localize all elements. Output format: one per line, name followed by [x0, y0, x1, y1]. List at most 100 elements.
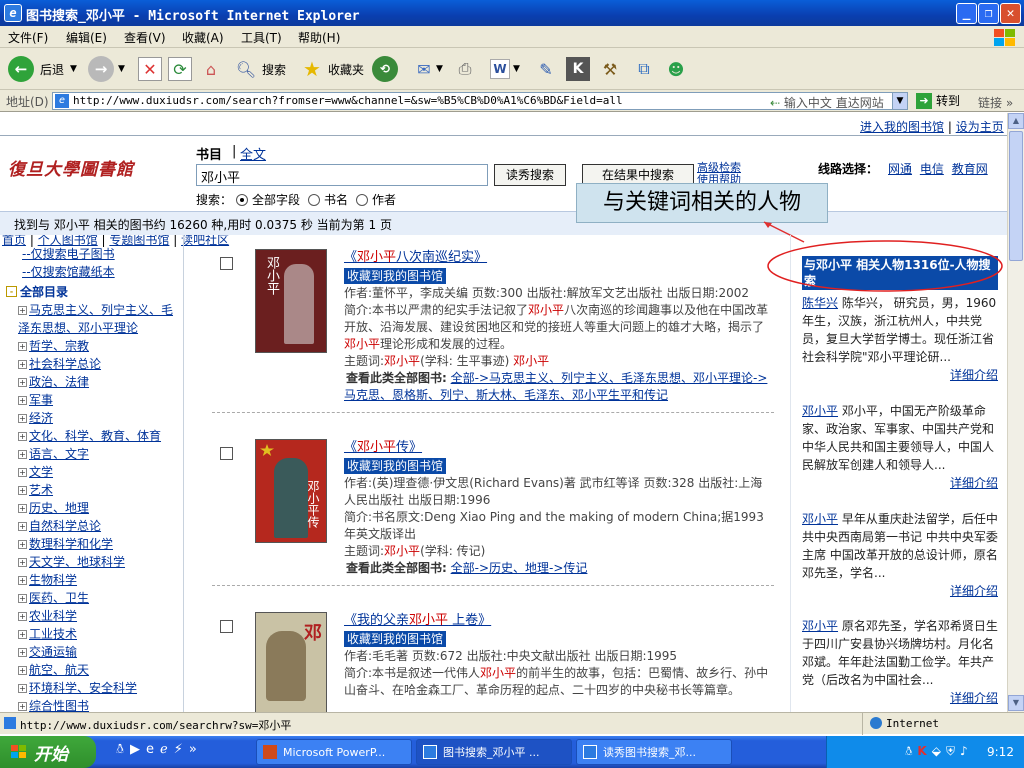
scroll-up-button[interactable]: ▲	[1008, 113, 1024, 129]
book-title-link[interactable]: 《邓小平传》	[344, 439, 774, 456]
menu-help[interactable]: 帮助(H)	[298, 29, 340, 46]
catalog-heading[interactable]: - 全部目录	[6, 283, 68, 300]
edit-button[interactable]: W ▼	[490, 54, 520, 84]
person-name-link[interactable]: 邓小平	[802, 512, 838, 526]
toolbar-tool-button[interactable]: ⚒	[598, 54, 622, 84]
line-edu-link[interactable]: 教育网	[952, 162, 988, 176]
links-button[interactable]: 链接 »	[978, 94, 1013, 111]
category-item[interactable]: + 社会科学总论	[18, 355, 101, 372]
home-button[interactable]: ⌂	[199, 54, 223, 84]
scroll-down-button[interactable]: ▼	[1008, 695, 1024, 711]
search-button[interactable]: 🔍︎ 搜索	[234, 54, 286, 84]
category-item[interactable]: + 哲学、宗教	[18, 337, 89, 354]
person-detail-link[interactable]: 详细介绍	[950, 366, 998, 384]
add-to-library-button[interactable]: 收藏到我的图书馆	[344, 631, 447, 647]
person-detail-link[interactable]: 详细介绍	[950, 474, 998, 492]
category-item[interactable]: + 艺术	[18, 481, 53, 498]
book-title-link[interactable]: 《邓小平八次南巡纪实》	[344, 249, 774, 266]
vertical-scrollbar[interactable]: ▲ ▼	[1007, 113, 1024, 712]
task-book-search[interactable]: 图书搜索_邓小平 ...	[416, 739, 572, 765]
start-button[interactable]: 开始	[0, 736, 96, 768]
category-item[interactable]: + 文学	[18, 463, 53, 480]
category-item[interactable]: + 自然科学总论	[18, 517, 101, 534]
category-item[interactable]: + 交通运输	[18, 643, 77, 660]
person-name-link[interactable]: 邓小平	[802, 619, 838, 633]
book-cover[interactable]: 邓	[255, 612, 327, 712]
forward-button[interactable]: → ▼	[88, 54, 125, 84]
book-cover[interactable]: 邓小平	[255, 249, 327, 353]
line-netcom-link[interactable]: 网通	[888, 162, 912, 176]
menu-edit[interactable]: 编辑(E)	[66, 29, 107, 46]
category-item[interactable]: + 生物科学	[18, 571, 77, 588]
category-item[interactable]: + 数理科学和化学	[18, 535, 113, 552]
scroll-thumb[interactable]	[1009, 131, 1023, 261]
category-item[interactable]: + 综合性图书	[18, 697, 89, 712]
go-button[interactable]: ➜ 转到	[916, 92, 960, 109]
category-item[interactable]: + 工业技术	[18, 625, 77, 642]
tray-qq-icon[interactable]: 🐧︎	[905, 744, 912, 760]
back-button[interactable]: ← 后退 ▼	[8, 54, 77, 84]
category-item-cont[interactable]: 泽东思想、邓小平理论	[18, 319, 138, 336]
maximize-button[interactable]: ❐	[978, 3, 999, 24]
task-duxiu-search[interactable]: 读秀图书搜索_邓...	[576, 739, 732, 765]
tray-shield-icon[interactable]: ⛨	[946, 744, 955, 760]
print-button[interactable]: ⎙	[453, 54, 477, 84]
refresh-button[interactable]: ⟳	[168, 54, 192, 84]
search-input[interactable]: 邓小平	[196, 164, 488, 186]
category-item[interactable]: + 环境科学、安全科学	[18, 679, 137, 696]
category-path-link[interactable]: 全部->历史、地理->传记	[451, 561, 588, 575]
book-checkbox[interactable]	[220, 620, 233, 633]
my-library-link[interactable]: 进入我的图书馆	[860, 120, 944, 134]
scope-author-radio[interactable]	[356, 193, 369, 206]
quick-launch-more-icon[interactable]: »	[189, 742, 197, 758]
tab-fulltext[interactable]: 全文	[240, 144, 266, 163]
menu-tools[interactable]: 工具(T)	[241, 29, 282, 46]
tray-net-icon[interactable]: ⬙	[932, 744, 941, 760]
line-telecom-link[interactable]: 电信	[920, 162, 944, 176]
person-name-link[interactable]: 邓小平	[802, 404, 838, 418]
ebook-only-link[interactable]: --仅搜索电子图书	[22, 245, 115, 262]
category-item[interactable]: + 军事	[18, 391, 53, 408]
add-to-library-button[interactable]: 收藏到我的图书馆	[344, 268, 447, 284]
add-to-library-button[interactable]: 收藏到我的图书馆	[344, 458, 447, 474]
media-icon[interactable]: ▶	[130, 742, 140, 758]
tab-books[interactable]: 书目	[196, 144, 222, 163]
tray-k-icon[interactable]: K	[917, 744, 926, 760]
category-item[interactable]: + 农业科学	[18, 607, 77, 624]
history-button[interactable]: ⟲	[372, 54, 398, 84]
category-item[interactable]: + 医药、卫生	[18, 589, 89, 606]
paper-only-link[interactable]: --仅搜索馆藏纸本	[22, 263, 115, 280]
category-item[interactable]: + 文化、科学、教育、体育	[18, 427, 161, 444]
menu-favorites[interactable]: 收藏(A)	[182, 29, 224, 46]
toolbar-plugin-button[interactable]: ⧉	[632, 54, 656, 84]
person-detail-link[interactable]: 详细介绍	[950, 582, 998, 600]
favorites-button[interactable]: ★ 收藏夹	[300, 54, 364, 84]
minimize-button[interactable]: _	[956, 3, 977, 24]
category-item[interactable]: + 语言、文字	[18, 445, 89, 462]
category-item[interactable]: + 马克思主义、列宁主义、毛	[18, 301, 173, 318]
book-title-link[interactable]: 《我的父亲邓小平 上卷》	[344, 612, 774, 629]
tray-volume-icon[interactable]: ♪	[960, 744, 968, 760]
category-item[interactable]: + 经济	[18, 409, 53, 426]
category-item[interactable]: + 历史、地理	[18, 499, 89, 516]
category-item[interactable]: + 航空、航天	[18, 661, 89, 678]
scope-all-radio[interactable]	[236, 193, 249, 206]
menu-file[interactable]: 文件(F)	[8, 29, 48, 46]
messenger-button[interactable]: ✎	[534, 54, 558, 84]
task-powerpoint[interactable]: Microsoft PowerP...	[256, 739, 412, 765]
scope-title-radio[interactable]	[308, 193, 321, 206]
ie-quick-icon[interactable]: ℯ	[160, 742, 168, 758]
set-homepage-link[interactable]: 设为主页	[956, 120, 1004, 134]
category-item[interactable]: + 天文学、地球科学	[18, 553, 125, 570]
person-name-link[interactable]: 陈华兴	[802, 296, 838, 310]
book-checkbox[interactable]	[220, 257, 233, 270]
menu-view[interactable]: 查看(V)	[124, 29, 166, 46]
category-item[interactable]: + 政治、法律	[18, 373, 89, 390]
nav-community-link[interactable]: 读吧社区	[181, 233, 229, 247]
read-search-button[interactable]: 读秀搜索	[494, 164, 566, 186]
stop-button[interactable]: ✕	[138, 54, 162, 84]
app-icon[interactable]: ⚡︎	[174, 742, 183, 758]
address-dropdown-button[interactable]: ▼	[892, 92, 908, 110]
mail-button[interactable]: ✉ ▼	[412, 54, 443, 84]
toolbar-people-button[interactable]: ☻	[664, 54, 688, 84]
